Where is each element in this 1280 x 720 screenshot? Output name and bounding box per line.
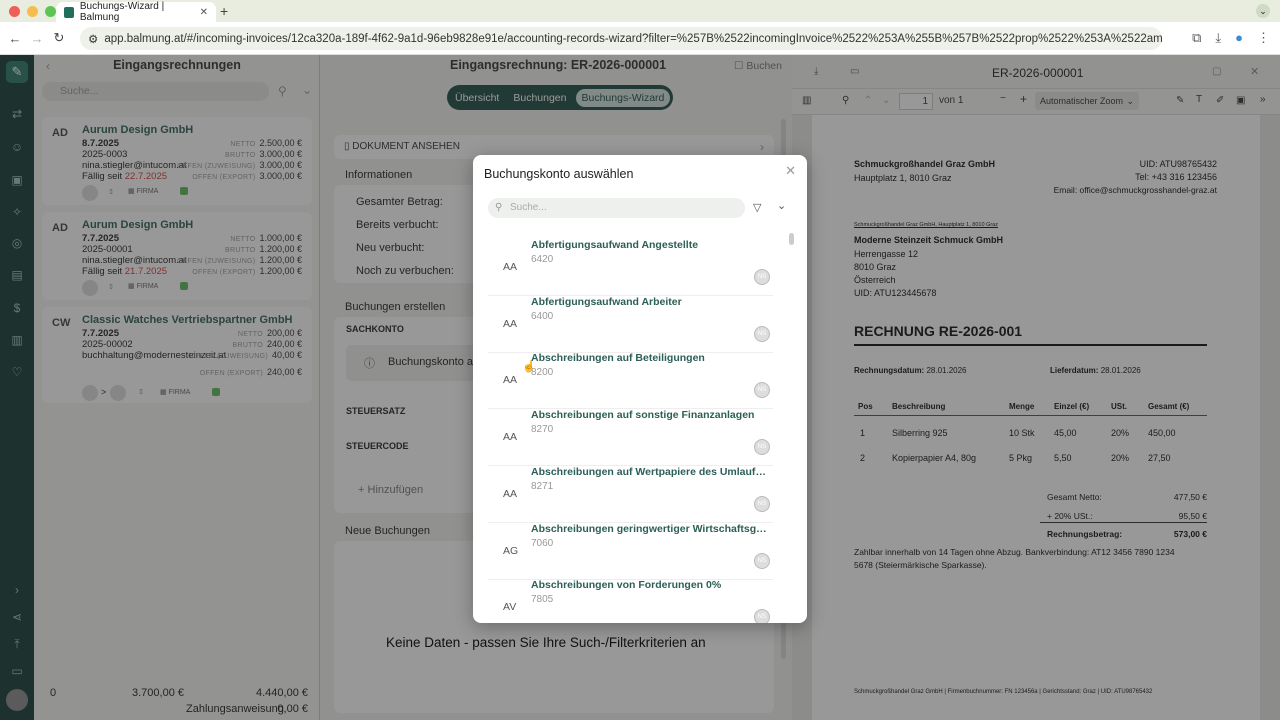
chevron-down-icon[interactable]: ⌄ [777,199,786,212]
account-name: Abschreibungen auf sonstige Finanzanlage… [531,409,755,421]
account-number: 6400 [531,311,554,322]
account-item[interactable]: AG Abschreibungen geringwertiger Wirtsch… [488,523,773,580]
account-name: Abschreibungen auf Beteiligungen [531,352,705,364]
close-modal-icon[interactable]: ✕ [785,163,796,179]
browser-actions: ⧉ ⤓ ● ⋮ [1192,30,1270,46]
account-avatar: AV [503,601,517,613]
forward-icon[interactable]: → [26,31,48,46]
account-name: Abfertigungsaufwand Arbeiter [531,296,682,308]
modal-title: Buchungskonto auswählen [484,167,634,181]
ns-badge: NS [754,326,770,342]
empty-state-text: Keine Daten - passen Sie Ihre Such-/Filt… [386,635,706,650]
account-name: Abschreibungen auf Wertpapiere des Umlau… [531,466,771,478]
account-number: 7060 [531,538,554,549]
minimize-window-icon[interactable] [27,6,38,17]
account-search-input[interactable]: ⚲ Suche... [488,198,745,218]
account-item[interactable]: AA Abschreibungen auf Wertpapiere des Um… [488,466,773,523]
browser-tabstrip: Buchungs-Wizard | Balmung ✕ + ⌄ [0,0,1280,23]
account-item[interactable]: AA Abfertigungsaufwand Arbeiter 6400 NS [488,296,773,353]
account-avatar: AA [503,318,518,330]
url-bar[interactable]: ⚙ app.balmung.at/#/incoming-invoices/12c… [80,27,1162,50]
account-select-modal: Buchungskonto auswählen ✕ ⚲ Suche... ▽ ⌄… [473,155,807,623]
account-name: Abfertigungsaufwand Angestellte [531,239,699,251]
close-window-icon[interactable] [9,6,20,17]
account-avatar: AA [503,261,518,273]
favicon-icon [64,6,74,18]
account-avatar: AG [503,545,519,557]
account-item[interactable]: AA Abfertigungsaufwand Angestellte 6420 … [488,239,773,296]
tab-list-icon[interactable]: ⌄ [1256,4,1270,18]
download-icon[interactable]: ⤓ [1215,30,1221,46]
new-tab-icon[interactable]: + [220,3,228,19]
ns-badge: NS [754,609,770,623]
site-settings-icon[interactable]: ⚙ [88,32,98,46]
account-number: 6420 [531,254,554,265]
ns-badge: NS [754,382,770,398]
address-row: ← → ↻ ⚙ app.balmung.at/#/incoming-invoic… [0,22,1280,55]
browser-tab[interactable]: Buchungs-Wizard | Balmung ✕ [56,1,216,23]
account-search-placeholder: Suche... [510,202,547,213]
menu-icon[interactable]: ⋮ [1257,30,1270,46]
window-controls[interactable] [9,6,56,17]
hand-cursor-icon: ☝ [522,361,536,373]
account-avatar: AA [503,431,518,443]
account-avatar: AA [503,488,518,500]
ns-badge: NS [754,496,770,512]
account-avatar: AA [503,374,518,386]
account-item[interactable]: AV Abschreibungen von Forderungen 0% 780… [488,579,773,623]
extensions-icon[interactable]: ⧉ [1192,30,1201,46]
reload-icon[interactable]: ↻ [48,30,70,46]
account-name: Abschreibungen geringwertiger Wirtschaft… [531,523,771,535]
account-name: Abschreibungen von Forderungen 0% [531,579,722,591]
ns-badge: NS [754,553,770,569]
close-tab-icon[interactable]: ✕ [200,7,208,18]
tab-title: Buchungs-Wizard | Balmung [79,1,165,23]
account-number: 8271 [531,481,554,492]
profile-icon[interactable]: ● [1235,30,1243,46]
filter-icon[interactable]: ▽ [753,201,761,214]
modal-scrollbar[interactable] [789,233,794,245]
url-text: app.balmung.at/#/incoming-invoices/12ca3… [104,32,1162,45]
back-icon[interactable]: ← [4,31,26,46]
account-item[interactable]: AA Abschreibungen auf Beteiligungen 8200… [488,352,773,409]
search-icon: ⚲ [495,202,503,213]
maximize-window-icon[interactable] [45,6,56,17]
account-item[interactable]: AA Abschreibungen auf sonstige Finanzanl… [488,409,773,466]
ns-badge: NS [754,269,770,285]
account-number: 8270 [531,424,554,435]
ns-badge: NS [754,439,770,455]
account-number: 7805 [531,594,554,605]
